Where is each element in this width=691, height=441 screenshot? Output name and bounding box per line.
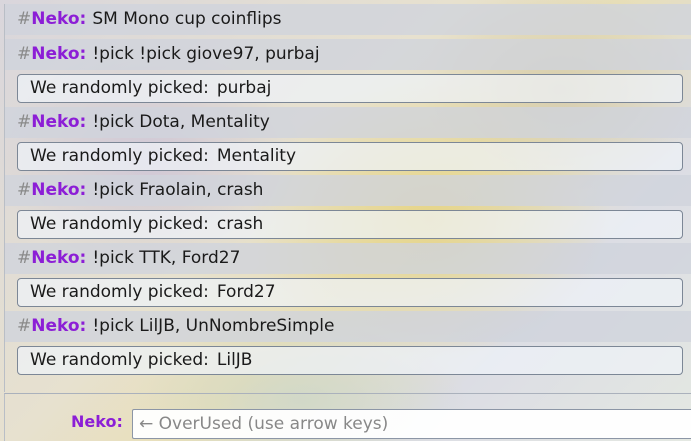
username[interactable]: Neko: <box>31 180 86 200</box>
user-rank-symbol: # <box>17 316 32 336</box>
chat-room: #Neko: SM Mono cup coinflips #Neko: !pick … <box>0 0 691 441</box>
pick-result-label: We randomly picked: <box>30 78 209 98</box>
composer-username: Neko: <box>71 412 123 431</box>
chat-message: #Neko: !pick LilJB, UnNombreSimple <box>5 311 691 342</box>
pick-result-label: We randomly picked: <box>30 350 209 370</box>
pick-result-value: LilJB <box>216 350 253 370</box>
chat-log[interactable]: #Neko: SM Mono cup coinflips #Neko: !pick … <box>4 4 691 392</box>
pick-result-label: We randomly picked: <box>30 282 209 302</box>
chat-message: #Neko: !pick !pick giove97, purbaj <box>5 39 691 70</box>
chat-composer: Neko: <box>4 393 691 441</box>
pick-result-value: purbaj <box>216 78 272 98</box>
username[interactable]: Neko: <box>31 316 86 336</box>
pick-result-box: We randomly picked: purbaj <box>17 74 683 103</box>
username[interactable]: Neko: <box>31 112 86 132</box>
chat-message: #Neko: !pick Fraolain, crash <box>5 175 691 206</box>
pick-result-value: Ford27 <box>216 282 276 302</box>
message-text: !pick Dota, Mentality <box>92 112 270 132</box>
pick-result-value: Mentality <box>216 146 297 166</box>
message-text: SM Mono cup coinflips <box>92 9 282 29</box>
chat-message: #Neko: !pick TTK, Ford27 <box>5 243 691 274</box>
chat-message: #Neko: !pick Dota, Mentality <box>5 107 691 138</box>
user-rank-symbol: # <box>17 180 32 200</box>
username[interactable]: Neko: <box>31 9 86 29</box>
user-rank-symbol: # <box>17 112 32 132</box>
pick-result-label: We randomly picked: <box>30 146 209 166</box>
message-text: !pick Fraolain, crash <box>92 180 264 200</box>
username[interactable]: Neko: <box>31 44 86 64</box>
pick-result-box: We randomly picked: Ford27 <box>17 278 683 307</box>
pick-result-label: We randomly picked: <box>30 214 209 234</box>
pick-result-box: We randomly picked: crash <box>17 210 683 239</box>
user-rank-symbol: # <box>17 248 32 268</box>
pick-result-box: We randomly picked: LilJB <box>17 346 683 375</box>
message-text: !pick !pick giove97, purbaj <box>92 44 320 64</box>
chat-message: #Neko: SM Mono cup coinflips <box>5 4 691 35</box>
user-rank-symbol: # <box>17 44 32 64</box>
message-text: !pick LilJB, UnNombreSimple <box>92 316 335 336</box>
pick-result-box: We randomly picked: Mentality <box>17 142 683 171</box>
username[interactable]: Neko: <box>31 248 86 268</box>
message-text: !pick TTK, Ford27 <box>92 248 241 268</box>
chat-input[interactable] <box>132 409 691 439</box>
pick-result-value: crash <box>216 214 264 234</box>
user-rank-symbol: # <box>17 9 32 29</box>
